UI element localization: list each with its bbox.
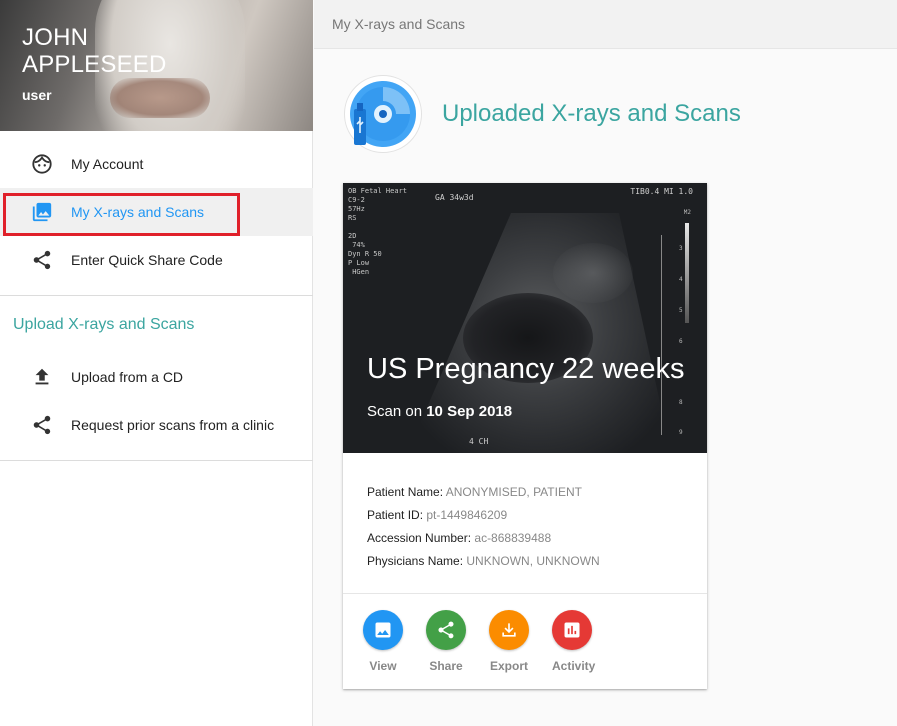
divider xyxy=(0,460,313,461)
export-button[interactable]: Export xyxy=(489,610,552,673)
scan-overlay-settings: OB Fetal Heart C9-2 57Hz RS 2D 74% Dyn R… xyxy=(348,187,408,276)
image-icon xyxy=(375,622,391,638)
upload-section-heading: Upload X-rays and Scans xyxy=(13,316,195,333)
main-menu: My Account My X-rays and Scans Enter Qui… xyxy=(0,140,313,284)
scan-thumbnail[interactable]: OB Fetal Heart C9-2 57Hz RS 2D 74% Dyn R… xyxy=(343,183,707,453)
detail-row-patient-name: Patient Name: ANONYMISED, PATIENT xyxy=(367,481,683,504)
photo-library-icon xyxy=(30,200,54,224)
scan-overlay-ga: GA 34w3d xyxy=(435,193,474,202)
page-title: Uploaded X-rays and Scans xyxy=(442,100,741,127)
sidebar: JOHN APPLESEED user My Account My X-rays… xyxy=(0,0,313,726)
scan-tick-label: 9 xyxy=(679,429,683,436)
share-button-circle[interactable] xyxy=(426,610,466,650)
export-button-circle[interactable] xyxy=(489,610,529,650)
user-last-name: APPLESEED xyxy=(22,51,167,78)
scan-card: OB Fetal Heart C9-2 57Hz RS 2D 74% Dyn R… xyxy=(343,183,707,689)
page-header: Uploaded X-rays and Scans xyxy=(344,75,741,153)
user-role: user xyxy=(22,87,52,103)
scan-date: Scan on 10 Sep 2018 xyxy=(367,403,512,420)
menu-item-my-account[interactable]: My Account xyxy=(0,140,313,188)
menu-item-label: Upload from a CD xyxy=(71,369,184,385)
scan-date-prefix: Scan on xyxy=(367,403,423,420)
user-first-name: JOHN xyxy=(22,24,89,51)
breadcrumb: My X-rays and Scans xyxy=(332,16,466,32)
detail-key: Patient ID: xyxy=(367,508,424,522)
scan-tick-label: 3 xyxy=(679,245,683,252)
share-label: Share xyxy=(429,659,463,673)
view-button-circle[interactable] xyxy=(363,610,403,650)
share-icon xyxy=(30,248,54,272)
menu-item-label: Enter Quick Share Code xyxy=(71,252,223,268)
bar-chart-icon xyxy=(564,622,580,638)
share-icon xyxy=(30,413,54,437)
profile-background-detail xyxy=(110,78,210,118)
scan-overlay-index: TIB0.4 MI 1.0 xyxy=(630,187,693,196)
scan-title: US Pregnancy 22 weeks xyxy=(367,353,685,385)
detail-key: Patient Name: xyxy=(367,485,444,499)
detail-row-accession-number: Accession Number: ac-868839488 xyxy=(367,527,683,550)
scan-details: Patient Name: ANONYMISED, PATIENT Patien… xyxy=(343,453,707,594)
menu-item-enter-quick-share-code[interactable]: Enter Quick Share Code xyxy=(0,236,313,284)
menu-item-my-xrays-and-scans[interactable]: My X-rays and Scans xyxy=(0,188,313,236)
detail-key: Physicians Name: xyxy=(367,554,464,568)
scan-depth-scale xyxy=(661,235,671,435)
divider xyxy=(0,295,313,296)
scan-overlay-view: 4 CH xyxy=(469,437,489,446)
scan-date-value: 10 Sep 2018 xyxy=(426,403,513,420)
main-content: Uploaded X-rays and Scans OB Fetal Heart… xyxy=(314,49,897,726)
menu-item-request-prior-scans[interactable]: Request prior scans from a clinic xyxy=(0,401,313,449)
scan-gray-scale xyxy=(685,223,691,433)
detail-key: Accession Number: xyxy=(367,531,472,545)
detail-row-patient-id: Patient ID: pt-1449846209 xyxy=(367,504,683,527)
user-name: JOHN APPLESEED xyxy=(22,24,167,78)
export-label: Export xyxy=(489,659,528,673)
detail-value: pt-1449846209 xyxy=(426,508,508,522)
share-button[interactable]: Share xyxy=(426,610,489,673)
activity-label: Activity xyxy=(552,659,596,673)
activity-button[interactable]: Activity xyxy=(552,610,615,673)
detail-value: ANONYMISED, PATIENT xyxy=(445,485,582,499)
scan-overlay-m2: M2 xyxy=(683,209,691,216)
scan-tick-label: 6 xyxy=(679,338,683,345)
view-button[interactable]: View xyxy=(363,610,426,673)
view-label: View xyxy=(369,659,397,673)
scan-tick-label: 8 xyxy=(679,399,683,406)
profile-header: JOHN APPLESEED user xyxy=(0,0,313,131)
share-icon xyxy=(438,621,454,639)
disc-upload-icon xyxy=(344,75,422,153)
detail-value: UNKNOWN, UNKNOWN xyxy=(466,554,600,568)
upload-icon xyxy=(30,365,54,389)
upload-menu: Upload from a CD Request prior scans fro… xyxy=(0,353,313,449)
scan-tick-label: 5 xyxy=(679,307,683,314)
detail-value: ac-868839488 xyxy=(474,531,552,545)
ultrasound-image-detail xyxy=(553,243,633,303)
scan-tick-label: 4 xyxy=(679,276,683,283)
activity-button-circle[interactable] xyxy=(552,610,592,650)
scan-gray-bar xyxy=(685,223,689,323)
menu-item-label: Request prior scans from a clinic xyxy=(71,417,275,433)
detail-row-physicians-name: Physicians Name: UNKNOWN, UNKNOWN xyxy=(367,550,683,573)
menu-item-label: My Account xyxy=(71,156,144,172)
download-icon xyxy=(502,623,516,637)
card-actions: View Share Export Activity xyxy=(343,594,707,673)
menu-item-upload-from-cd[interactable]: Upload from a CD xyxy=(0,353,313,401)
face-icon xyxy=(30,152,54,176)
menu-item-label: My X-rays and Scans xyxy=(71,204,205,220)
top-bar: My X-rays and Scans xyxy=(314,0,897,49)
